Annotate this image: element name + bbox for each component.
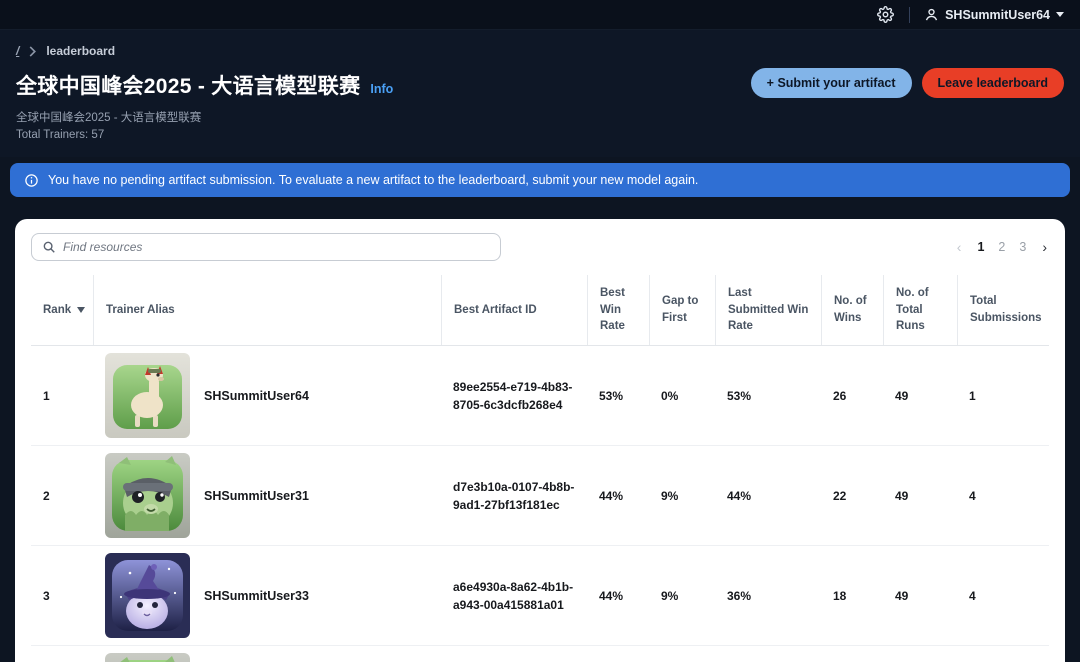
trainer-alias-cell: SHSummitUser33 [93,546,441,645]
gap-to-first-cell: 9% [649,479,715,513]
column-header-total-submissions: Total Submissions [957,275,1051,345]
info-link[interactable]: Info [370,82,393,96]
column-header-rank[interactable]: Rank [31,275,93,345]
leave-leaderboard-button[interactable]: Leave leaderboard [922,68,1064,98]
search-icon [42,240,56,254]
chevron-down-icon [1056,12,1064,17]
next-page-button[interactable]: › [1040,239,1049,255]
last-submitted-win-rate-cell: 44% [715,479,821,513]
column-header-gap-to-first: Gap to First [649,275,715,345]
table-body: 1 SHSummitUser64 89ee2554-e719-4b83-8705… [31,346,1049,662]
no-of-wins-cell: 26 [821,379,883,413]
info-icon [24,173,39,188]
trainer-alias: SHSummitUser31 [204,489,309,503]
column-header-trainer-alias: Trainer Alias [93,275,441,345]
llama-wizard-avatar [105,553,190,638]
no-of-total-runs-cell: 49 [883,379,957,413]
leaderboard-table: Rank Trainer Alias Best Artifact ID Best… [31,275,1049,662]
person-icon [924,7,939,22]
banner-text: You have no pending artifact submission.… [48,173,698,187]
banner-container: You have no pending artifact submission.… [0,157,1080,207]
submit-artifact-button[interactable]: + Submit your artifact [751,68,912,98]
breadcrumb-current: leaderboard [46,44,115,58]
total-submissions-cell: 4 [957,479,1051,513]
user-menu[interactable]: SHSummitUser64 [924,7,1064,22]
breadcrumb: / leaderboard [16,44,1064,58]
leaderboard-subtitle: 全球中国峰会2025 - 大语言模型联赛 [16,109,1064,125]
trainer-alias-cell: SHSummitUser45 [93,646,441,662]
table-row[interactable]: 3 SHSummitUser33 a6e4930a-8a62-4b1b-a943… [31,546,1049,646]
breadcrumb-home[interactable]: / [16,44,19,58]
no-of-total-runs-cell: 49 [883,579,957,613]
column-header-best-win-rate: Best Win Rate [587,275,649,345]
best-artifact-id-cell: 89ee2554-e719-4b83-8705-6c3dcfb268e4 [441,370,587,422]
gap-to-first-cell: 9% [649,579,715,613]
pagination: ‹ 1 2 3 › [955,239,1049,255]
prev-page-button[interactable]: ‹ [955,239,964,255]
total-trainers: Total Trainers: 57 [16,129,1064,141]
no-of-wins-cell: 22 [821,479,883,513]
last-submitted-win-rate-cell: 53% [715,379,821,413]
page-2-button[interactable]: 2 [998,240,1005,254]
topbar-divider [909,7,910,23]
trainer-alias-cell: SHSummitUser31 [93,446,441,545]
rank-cell: 1 [31,379,93,413]
top-bar: SHSummitUser64 [0,0,1080,30]
page-title: 全球中国峰会2025 - 大语言模型联赛 [16,70,360,100]
column-header-no-of-wins: No. of Wins [821,275,883,345]
llama-helmet-avatar [105,453,190,538]
rank-cell: 2 [31,479,93,513]
gear-icon[interactable] [875,5,895,25]
best-artifact-id-cell: a6e4930a-8a62-4b1b-a943-00a415881a01 [441,570,587,622]
total-submissions-cell: 1 [957,379,1051,413]
no-of-total-runs-cell: 49 [883,479,957,513]
rank-cell: 3 [31,579,93,613]
column-header-last-submitted-win-rate: Last Submitted Win Rate [715,275,821,345]
best-win-rate-cell: 44% [587,579,649,613]
username: SHSummitUser64 [945,8,1050,22]
trainer-alias: SHSummitUser64 [204,389,309,403]
page-3-button[interactable]: 3 [1019,240,1026,254]
search-input[interactable] [63,240,490,254]
leaderboard-card: ‹ 1 2 3 › Rank Trainer Alias Best Artifa… [15,219,1065,662]
column-header-best-artifact-id: Best Artifact ID [441,275,587,345]
best-artifact-id-cell: d7e3b10a-0107-4b8b-9ad1-27bf13f181ec [441,470,587,522]
table-row[interactable]: 4 SHSummitUser45 12477c22-1690-45c4-b106 [31,646,1049,662]
llama-standing-avatar [105,353,190,438]
total-submissions-cell: 4 [957,579,1051,613]
leaderboard-header: / leaderboard 全球中国峰会2025 - 大语言模型联赛 Info … [0,30,1080,157]
llama-helmet-avatar [105,653,190,662]
no-of-wins-cell: 18 [821,579,883,613]
search-box[interactable] [31,233,501,261]
last-submitted-win-rate-cell: 36% [715,579,821,613]
trainer-alias: SHSummitUser33 [204,589,309,603]
info-banner: You have no pending artifact submission.… [10,163,1070,197]
trainer-alias-cell: SHSummitUser64 [93,346,441,445]
chevron-right-icon [28,46,37,57]
best-win-rate-cell: 53% [587,379,649,413]
page-1-button[interactable]: 1 [977,240,984,254]
column-header-no-of-total-runs: No. of Total Runs [883,275,957,345]
sort-icon [77,307,85,313]
table-row[interactable]: 1 SHSummitUser64 89ee2554-e719-4b83-8705… [31,346,1049,446]
table-header-row: Rank Trainer Alias Best Artifact ID Best… [31,275,1049,346]
table-row[interactable]: 2 SHSummitUser31 d7e3b10a-0107-4b8b-9ad1 [31,446,1049,546]
best-win-rate-cell: 44% [587,479,649,513]
gap-to-first-cell: 0% [649,379,715,413]
